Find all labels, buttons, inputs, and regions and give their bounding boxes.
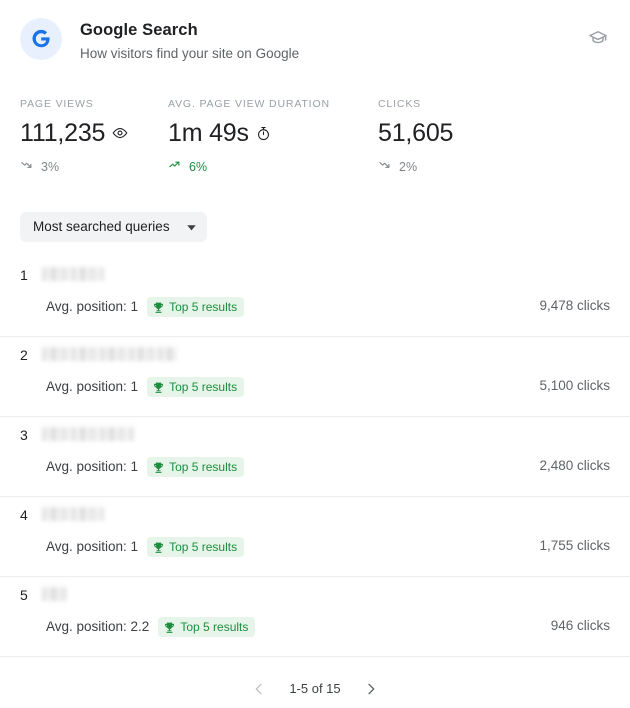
row-avg-position: Avg. position: 2.2 bbox=[46, 619, 150, 634]
row-rank: 5 bbox=[20, 587, 28, 603]
pagination-prev-button[interactable] bbox=[245, 675, 273, 703]
page-subtitle: How visitors find your site on Google bbox=[80, 46, 300, 61]
status-badge: Top 5 results bbox=[147, 377, 245, 397]
trend-value: 6% bbox=[189, 160, 208, 174]
card-header: Google Search How visitors find your sit… bbox=[0, 0, 630, 64]
row-avg-position: Avg. position: 1 bbox=[46, 379, 139, 394]
badge-label: Top 5 results bbox=[169, 540, 238, 554]
status-badge: Top 5 results bbox=[158, 617, 256, 637]
metric-clicks: CLICKS 51,605 2% bbox=[378, 97, 453, 177]
table-row[interactable]: 3 Avg. position: 1 Top 5 results 2,480 clic… bbox=[0, 417, 630, 497]
row-clicks: 2,480 clicks bbox=[539, 458, 610, 473]
graduation-cap-icon[interactable] bbox=[586, 26, 610, 50]
table-row[interactable]: 2 Avg. position: 1 Top 5 results 5,100 clic… bbox=[0, 337, 630, 417]
metric-label: AVG. PAGE VIEW DURATION bbox=[168, 98, 330, 110]
pagination-range: 1-5 of 15 bbox=[289, 681, 341, 696]
badge-label: Top 5 results bbox=[180, 620, 249, 634]
trend-value: 3% bbox=[41, 160, 60, 174]
row-query-redacted bbox=[42, 587, 67, 601]
status-badge: Top 5 results bbox=[147, 457, 245, 477]
row-rank: 3 bbox=[20, 427, 28, 443]
row-meta: Avg. position: 1 Top 5 results bbox=[46, 537, 245, 557]
metric-trend: 6% bbox=[168, 157, 378, 177]
row-meta: Avg. position: 1 Top 5 results bbox=[46, 297, 245, 317]
table-row[interactable]: 5 Avg. position: 2.2 Top 5 results 946 clic… bbox=[0, 577, 630, 657]
status-badge: Top 5 results bbox=[147, 297, 245, 317]
row-query-redacted bbox=[42, 427, 134, 441]
row-avg-position: Avg. position: 1 bbox=[46, 299, 139, 314]
trophy-icon bbox=[152, 541, 165, 554]
trend-value: 2% bbox=[399, 160, 418, 174]
row-avg-position: Avg. position: 1 bbox=[46, 459, 139, 474]
row-content: 5 Avg. position: 2.2 Top 5 results 946 clic… bbox=[20, 577, 610, 656]
google-g-icon bbox=[20, 18, 62, 60]
trend-down-icon bbox=[378, 157, 393, 177]
row-meta: Avg. position: 1 Top 5 results bbox=[46, 377, 245, 397]
filter-area: Most searched queries bbox=[0, 212, 630, 242]
trophy-icon bbox=[152, 301, 165, 314]
badge-label: Top 5 results bbox=[169, 460, 238, 474]
trophy-icon bbox=[152, 381, 165, 394]
row-clicks: 946 clicks bbox=[550, 618, 610, 633]
table-row[interactable]: 1 Avg. position: 1 Top 5 results 9,478 clic… bbox=[0, 257, 630, 337]
chevron-left-icon bbox=[255, 683, 262, 695]
row-content: 3 Avg. position: 1 Top 5 results 2,480 clic… bbox=[20, 417, 610, 496]
metric-avg-page-view-duration: AVG. PAGE VIEW DURATION 1m 49s 6% bbox=[168, 97, 378, 177]
metric-label: PAGE VIEWS bbox=[20, 98, 94, 110]
header-text-block: Google Search How visitors find your sit… bbox=[80, 18, 299, 64]
row-rank: 1 bbox=[20, 267, 28, 283]
metric-value-row: 111,235 bbox=[20, 118, 168, 148]
metric-value-row: 1m 49s bbox=[168, 118, 378, 148]
query-list: 1 Avg. position: 1 Top 5 results 9,478 clic… bbox=[0, 257, 630, 657]
pagination-next-button[interactable] bbox=[357, 675, 385, 703]
row-query-redacted bbox=[42, 347, 177, 361]
google-search-card: Google Search How visitors find your sit… bbox=[0, 0, 630, 708]
trophy-icon bbox=[163, 621, 176, 634]
pagination: 1-5 of 15 bbox=[0, 671, 630, 707]
chevron-right-icon bbox=[367, 683, 374, 695]
row-rank: 2 bbox=[20, 347, 28, 363]
metric-trend: 3% bbox=[20, 157, 168, 177]
row-content: 4 Avg. position: 1 Top 5 results 1,755 clic… bbox=[20, 497, 610, 576]
row-clicks: 1,755 clicks bbox=[539, 538, 610, 553]
metric-value: 111,235 bbox=[20, 119, 106, 147]
row-clicks: 9,478 clicks bbox=[539, 298, 610, 313]
trend-up-icon bbox=[168, 157, 183, 177]
badge-label: Top 5 results bbox=[169, 300, 238, 314]
metrics-row: PAGE VIEWS 111,235 3% AVG. PAGE VIEW DUR… bbox=[0, 97, 630, 177]
chevron-down-icon bbox=[186, 222, 197, 233]
status-badge: Top 5 results bbox=[147, 537, 245, 557]
metric-page-views: PAGE VIEWS 111,235 3% bbox=[20, 97, 168, 177]
metric-trend: 2% bbox=[378, 157, 453, 177]
dropdown-selected-label: Most searched queries bbox=[33, 219, 170, 234]
query-type-dropdown[interactable]: Most searched queries bbox=[20, 212, 207, 242]
trend-down-icon bbox=[20, 157, 35, 177]
stopwatch-icon bbox=[255, 125, 272, 142]
page-title: Google Search bbox=[80, 21, 198, 39]
metric-value: 1m 49s bbox=[168, 119, 249, 147]
metric-value-row: 51,605 bbox=[378, 118, 453, 148]
row-content: 2 Avg. position: 1 Top 5 results 5,100 clic… bbox=[20, 337, 610, 416]
row-meta: Avg. position: 1 Top 5 results bbox=[46, 457, 245, 477]
table-row[interactable]: 4 Avg. position: 1 Top 5 results 1,755 clic… bbox=[0, 497, 630, 577]
row-clicks: 5,100 clicks bbox=[539, 378, 610, 393]
metric-value: 51,605 bbox=[378, 119, 454, 147]
metric-label: CLICKS bbox=[378, 98, 422, 110]
row-query-redacted bbox=[42, 267, 104, 281]
badge-label: Top 5 results bbox=[169, 380, 238, 394]
eye-icon bbox=[111, 124, 129, 142]
row-avg-position: Avg. position: 1 bbox=[46, 539, 139, 554]
row-meta: Avg. position: 2.2 Top 5 results bbox=[46, 617, 256, 637]
row-query-redacted bbox=[42, 507, 104, 521]
row-rank: 4 bbox=[20, 507, 28, 523]
row-content: 1 Avg. position: 1 Top 5 results 9,478 clic… bbox=[20, 257, 610, 336]
trophy-icon bbox=[152, 461, 165, 474]
